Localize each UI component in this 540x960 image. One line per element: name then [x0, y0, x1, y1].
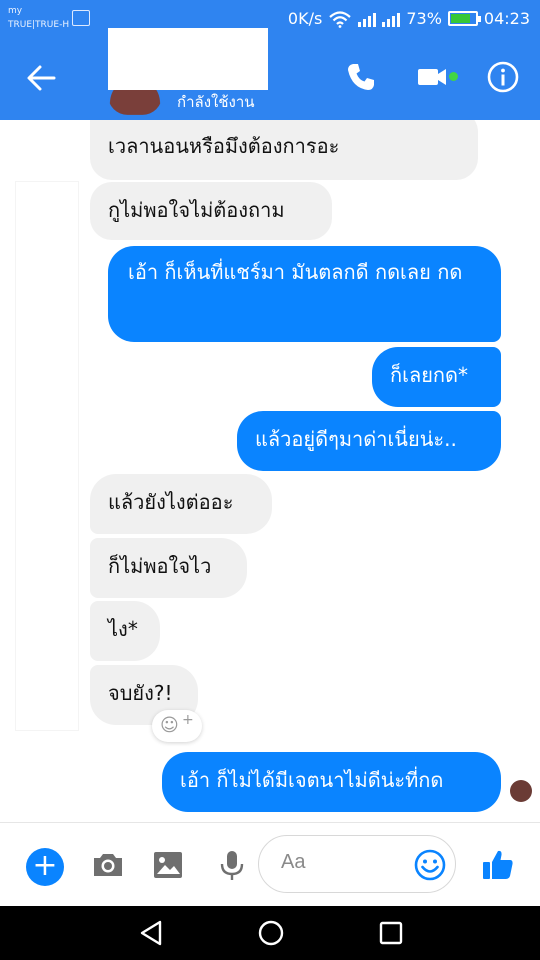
thumbs-up-icon[interactable] [480, 847, 516, 883]
phone-call-icon[interactable] [344, 60, 378, 94]
nav-recent-apps-icon[interactable] [376, 918, 406, 948]
carrier-label: my TRUE|TRUE-H [8, 4, 69, 32]
message-outgoing[interactable]: แล้วอยู่ดีๆมาด่าเนี่ยน่ะ.. [237, 411, 501, 471]
message-incoming[interactable]: ก็ไม่พอใจไว [90, 538, 247, 598]
battery-percent: 73% [406, 9, 442, 28]
emoji-icon[interactable] [412, 847, 448, 883]
message-outgoing[interactable]: เอ้า ก็ไม่ได้มีเจตนาไม่ดีน่ะที่กด [162, 752, 501, 812]
nav-back-icon[interactable] [136, 918, 166, 948]
microphone-icon[interactable] [214, 847, 250, 883]
composer-bar: + [0, 822, 540, 907]
chat-header: กำลังใช้งาน [0, 28, 540, 120]
camera-icon[interactable] [90, 847, 126, 883]
info-icon[interactable] [486, 60, 520, 94]
network-speed: 0K/s [287, 9, 323, 28]
signal-icon-2 [382, 11, 401, 27]
signal-icon-1 [358, 11, 377, 27]
smiley-reaction-icon: ☺ [160, 715, 179, 736]
contact-name-redacted [108, 28, 268, 90]
carrier-top: my [8, 6, 23, 16]
message-incoming[interactable]: แล้วยังไงต่ออะ [90, 474, 272, 534]
message-list[interactable]: เวลานอนหรือมึงต้องการอะ กูไม่พอใจไม่ต้อง… [0, 120, 540, 822]
message-outgoing[interactable]: ก็เลยกด* [372, 347, 501, 407]
android-nav-bar [0, 906, 540, 960]
message-outgoing[interactable]: เอ้า ก็เห็นที่แชร์มา มันตลกดี กดเลย กด [108, 246, 501, 342]
plus-icon[interactable]: + [26, 848, 64, 886]
message-incoming[interactable]: ไง* [90, 601, 160, 661]
reaction-plus: + [182, 712, 194, 728]
contact-avatar-column-redacted [16, 182, 78, 730]
active-status: กำลังใช้งาน [177, 93, 255, 111]
clock: 04:23 [483, 9, 530, 28]
nav-home-icon[interactable] [256, 918, 286, 948]
gallery-notification-icon [72, 10, 90, 26]
message-incoming[interactable]: กูไม่พอใจไม่ต้องถาม [90, 182, 332, 240]
message-input[interactable] [279, 850, 403, 875]
status-bar: my TRUE|TRUE-H 0K/s 73% 04:23 [0, 0, 540, 36]
image-icon[interactable] [150, 847, 186, 883]
carrier-bottom: TRUE|TRUE-H [8, 20, 70, 30]
status-right: 0K/s 73% 04:23 [288, 9, 530, 28]
back-arrow-icon[interactable] [24, 62, 60, 94]
seen-avatar [510, 780, 532, 802]
battery-icon [447, 11, 481, 26]
wifi-icon [329, 10, 352, 28]
video-call-icon[interactable] [416, 60, 450, 94]
add-reaction-button[interactable]: ☺ + [152, 710, 202, 742]
message-incoming[interactable]: เวลานอนหรือมึงต้องการอะ [90, 120, 478, 180]
online-indicator [449, 72, 458, 81]
